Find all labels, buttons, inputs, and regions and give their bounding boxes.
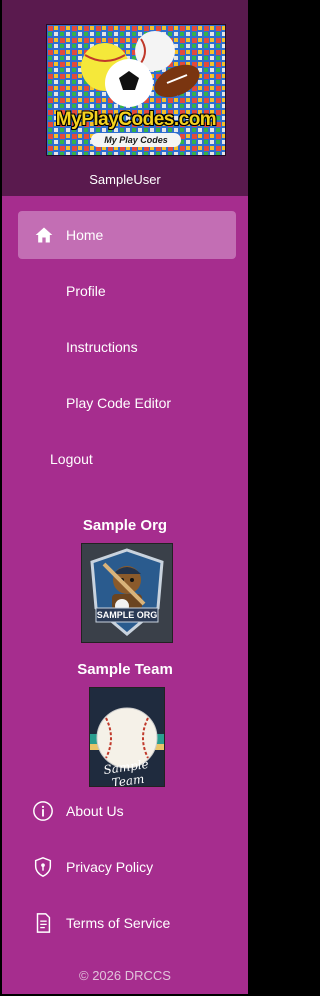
org-badge-text: SAMPLE ORG [96,610,158,620]
privacy-policy-link[interactable]: Privacy Policy [32,855,153,879]
info-icon [33,801,53,821]
nav-item-label: Instructions [66,339,138,355]
about-us-link[interactable]: About Us [32,799,124,823]
home-icon [35,227,53,243]
site-logo[interactable]: MyPlayCodes.com My Play Codes [46,24,226,156]
username: SampleUser [89,172,161,187]
logout-link[interactable]: Logout [50,451,93,467]
privacy-policy-label: Privacy Policy [66,859,154,875]
org-title: Sample Org [82,517,168,534]
sidebar-header: MyPlayCodes.com My Play Codes SampleUser [2,0,248,196]
nav-item-label: Play Code Editor [66,395,172,411]
team-logo[interactable]: Sample Team [89,687,165,787]
document-icon [36,913,51,933]
logo-text: MyPlayCodes.com [55,109,217,130]
sidebar: MyPlayCodes.com My Play Codes SampleUser… [2,0,248,994]
nav-item-label: Profile [66,283,106,299]
org-logo[interactable]: SAMPLE ORG [81,543,173,643]
nav-item-home[interactable]: Home [18,211,236,259]
nav-item-profile[interactable]: Profile [18,267,236,315]
copyright-text: © 2026 DRCCS [79,968,171,983]
terms-of-service-link[interactable]: Terms of Service [32,911,170,935]
nav-item-play-code-editor[interactable]: Play Code Editor [18,379,236,427]
team-title: Sample Team [77,661,173,678]
nav-item-instructions[interactable]: Instructions [18,323,236,371]
shield-icon [34,857,52,877]
nav-item-label: Home [66,227,104,243]
logo-subtext: My Play Codes [91,133,181,147]
terms-of-service-label: Terms of Service [66,915,171,931]
about-us-label: About Us [66,803,124,819]
